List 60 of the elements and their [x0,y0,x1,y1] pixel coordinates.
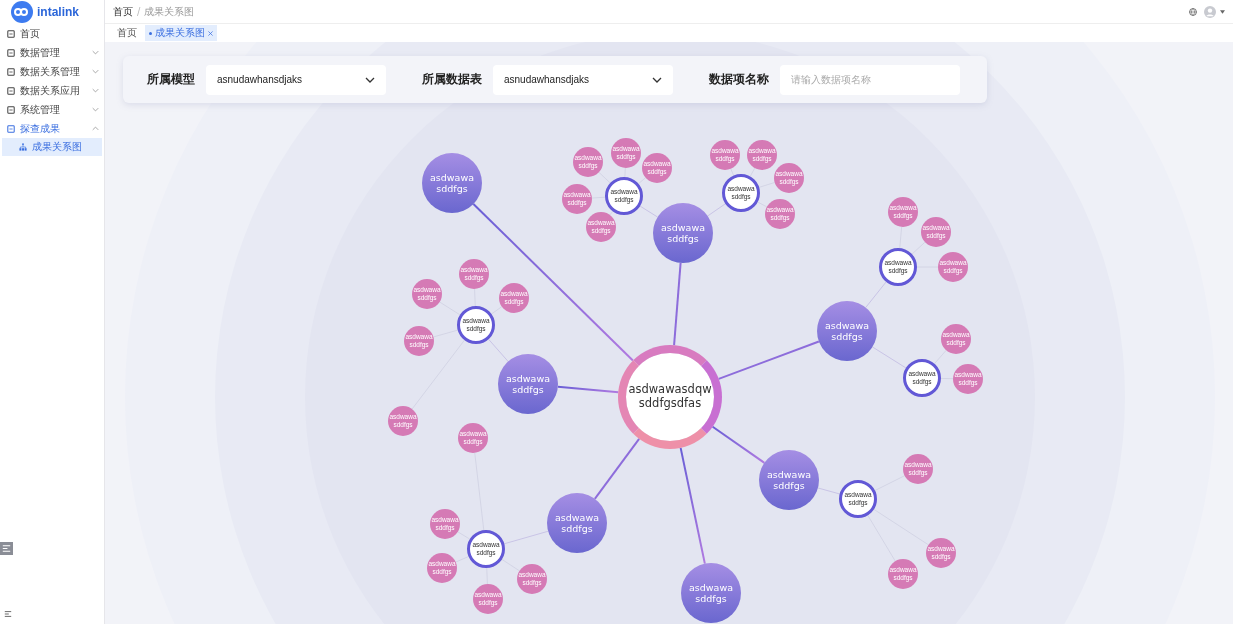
menu-icon [7,124,15,133]
chevron-icon [92,69,99,74]
connector-line [911,241,926,255]
chevron-icon [92,50,99,55]
connector-line [874,475,905,491]
connector-line [556,385,620,394]
sidebar-item[interactable]: 数据管理 [0,43,104,62]
connector-line [455,556,469,563]
connector-line [934,349,947,365]
filter-label: 所属模型 [147,71,195,88]
menu-icon [7,67,15,76]
menu-icon [7,29,15,38]
collapse-icon[interactable] [0,542,13,555]
connector-line [865,281,887,309]
chevron-icon [92,107,99,112]
connector-line [503,530,549,545]
page-tab[interactable]: 成果关系图 [145,25,217,41]
sidebar-item[interactable]: 数据关系管理 [0,62,104,81]
caret-icon[interactable] [1220,9,1225,14]
connector-line [707,203,726,217]
connector-line [501,559,520,572]
connector-line [757,201,768,208]
connector-line [639,205,659,218]
page-tab[interactable]: 首页 [113,25,141,41]
menu-icon [7,86,15,95]
filter-label: 所属数据表 [422,71,482,88]
sidebar-subitem[interactable]: 成果关系图 [2,138,102,156]
connector-line [758,182,776,188]
connector-line [871,346,907,369]
filter-label: 数据项名称 [709,71,769,88]
connector-line [457,531,471,540]
connector-line [817,487,841,495]
input-field[interactable]: 请输入数据项名称 [780,64,960,95]
connector-line [749,167,756,177]
menu-icon [7,48,15,57]
sidebar-item[interactable]: 数据关系应用 [0,81,104,100]
breadcrumb-separator: / [137,6,141,17]
menu-icon [7,105,15,114]
connector-line [638,177,646,185]
sidebar-item[interactable]: 探查成果 [0,119,104,138]
logo-text: intalink [37,5,79,19]
menu-toggle-icon[interactable] [4,610,12,618]
chevron-icon [92,126,99,131]
globe-icon[interactable] [1189,7,1197,16]
close-icon[interactable] [208,30,213,36]
select-field[interactable]: asnudawhansdjaks [493,64,673,95]
connector-line [598,171,611,184]
chevron-icon [92,88,99,93]
breadcrumb-item: 成果关系图 [144,4,195,19]
chevron-icon [365,76,375,83]
sidebar-item[interactable]: 首页 [0,24,104,43]
connector-line [439,301,461,316]
connector-line [711,425,766,464]
connector-line [593,437,641,500]
hierarchy-icon [19,143,27,151]
select-field[interactable]: asnudawhansdjaks [206,64,386,95]
sidebar-item[interactable]: 系统管理 [0,100,104,119]
connector-line [730,168,735,176]
breadcrumb-item[interactable]: 首页 [113,4,133,19]
chevron-icon [652,76,662,83]
